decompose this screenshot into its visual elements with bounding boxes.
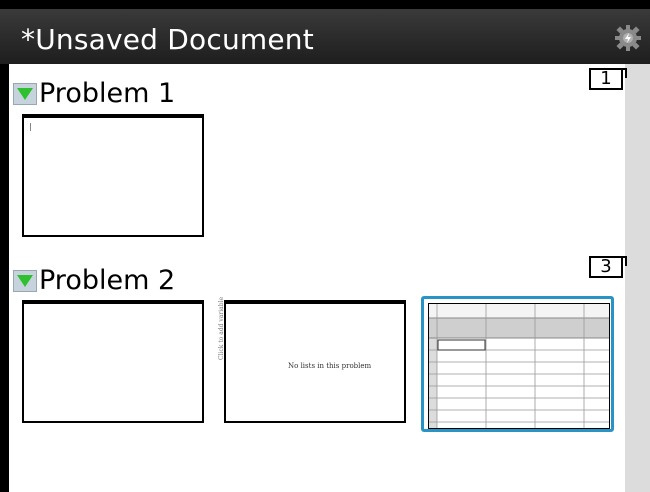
problem-2-label: Problem 2 <box>39 265 176 296</box>
spreadsheet-thumbnail <box>428 303 610 429</box>
expand-triangle-icon[interactable] <box>13 269 37 292</box>
page-thumbnail-1-1[interactable] <box>22 114 204 237</box>
page-thumbnail-2-2[interactable]: Click to add variable No lists in this p… <box>218 297 406 423</box>
problem-1-label: Problem 1 <box>39 78 176 109</box>
page-count-badge: 1 <box>589 68 627 90</box>
no-lists-message: No lists in this problem <box>288 362 372 370</box>
problem-2-header[interactable]: Problem 2 <box>13 265 175 296</box>
text-cursor <box>30 123 31 131</box>
add-variable-hint: Click to add variable <box>218 296 225 360</box>
title-bar: *Unsaved Document <box>0 9 650 64</box>
page-thumbnail-2-1[interactable] <box>22 300 204 423</box>
document-title: *Unsaved Document <box>21 23 314 56</box>
page-count-badge: 3 <box>589 256 627 278</box>
expand-triangle-icon[interactable] <box>13 82 37 105</box>
page-thumbnail-2-3-selected[interactable] <box>421 296 614 432</box>
gear-icon[interactable] <box>614 24 642 52</box>
problem-1-header[interactable]: Problem 1 <box>13 78 175 109</box>
spreadsheet-grid <box>429 304 609 428</box>
vertical-scrollbar[interactable] <box>625 64 650 492</box>
